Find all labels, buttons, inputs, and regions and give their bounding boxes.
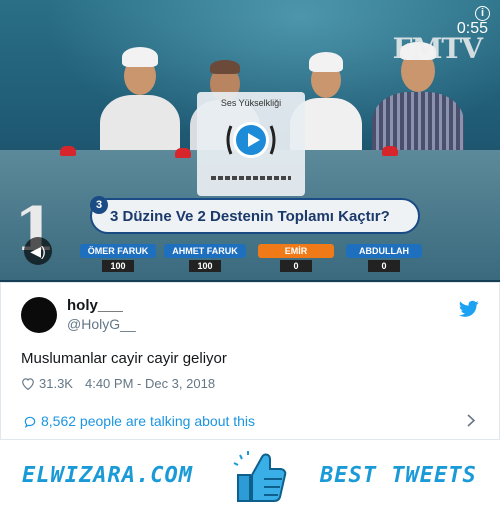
branding-footer: ELWIZARA.COM BEST TWEETS (0, 441, 500, 513)
contestant-name: AHMET FARUK (164, 244, 246, 258)
contestant-points: 0 (280, 260, 312, 272)
tweet-text: Muslumanlar cayir cayir geliyor (21, 350, 227, 367)
contestant-points: 100 (189, 260, 221, 272)
author-name[interactable]: holy___ (67, 297, 123, 314)
volume-overlay: Ses Yükselkliği (197, 92, 305, 196)
tweet-timestamp[interactable]: 4:40 PM - Dec 3, 2018 (85, 376, 215, 391)
play-button[interactable] (233, 122, 269, 158)
buzzer (382, 146, 398, 156)
contestant-score: ABDULLAH 0 (346, 244, 422, 274)
chevron-right-icon[interactable] (467, 414, 475, 427)
question-bar: 3 3 Düzine Ve 2 Destenin Toplamı Kaçtır? (90, 196, 420, 234)
question-number: 3 (90, 196, 108, 214)
contestant-points: 0 (368, 260, 400, 272)
sound-icon[interactable]: ◀) (24, 237, 52, 265)
volume-label: Ses Yükselkliği (220, 98, 282, 108)
twitter-bird-icon[interactable] (459, 300, 479, 318)
author-handle[interactable]: @HolyG__ (67, 316, 136, 332)
thumbs-up-icon (233, 451, 287, 502)
video-timer: 0:55 (456, 20, 488, 37)
volume-bar (211, 176, 291, 180)
brand-site: ELWIZARA.COM (22, 463, 193, 488)
like-count[interactable]: 31.3K (39, 376, 73, 391)
contestant-name: ÖMER FARUK (80, 244, 156, 258)
heart-icon[interactable] (21, 377, 35, 390)
buzzer (60, 146, 76, 156)
buzzer (175, 148, 191, 158)
talking-text[interactable]: 8,562 people are talking about this (41, 413, 255, 429)
contestant-points: 100 (102, 260, 134, 272)
contestant-score: EMİR 0 (258, 244, 334, 274)
brand-tagline: BEST TWEETS (320, 463, 477, 488)
comment-bubble-icon (24, 416, 36, 428)
question-text: 3 Düzine Ve 2 Destenin Toplamı Kaçtır? (110, 208, 390, 225)
avatar[interactable] (21, 297, 57, 333)
contestant-score: AHMET FARUK 100 (164, 244, 246, 274)
talking-link[interactable]: 8,562 people are talking about this (0, 400, 500, 440)
contestant-score: ÖMER FARUK 100 (80, 244, 156, 274)
tweet-meta: 31.3K 4:40 PM - Dec 3, 2018 (21, 376, 215, 391)
contestant-name: ABDULLAH (346, 244, 422, 258)
video-player[interactable]: FMTV i 0:55 Ses Yükselkliği 1 3 3 Düzine… (0, 0, 500, 282)
contestant-name: EMİR (258, 244, 334, 258)
info-icon[interactable]: i (475, 6, 490, 21)
